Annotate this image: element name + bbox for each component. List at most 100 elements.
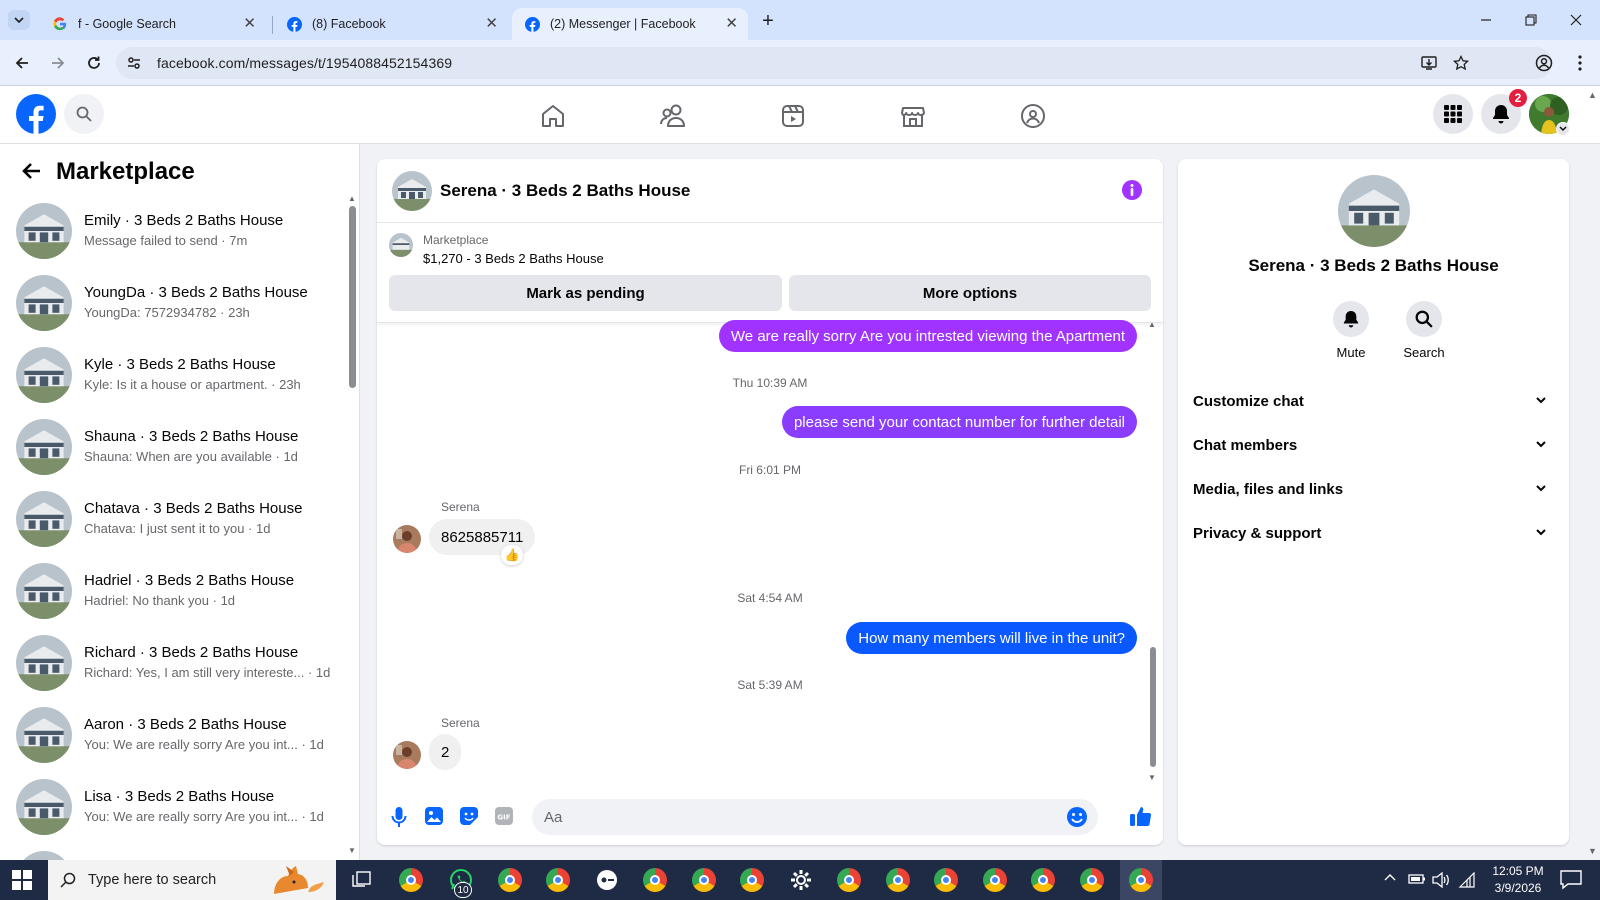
chrome-app-icon[interactable] [834,865,864,895]
conversation-item[interactable]: Kyle · 3 Beds 2 Baths House Kyle: Is it a… [0,339,345,411]
new-tab-button[interactable]: + [756,9,780,33]
message-outgoing[interactable]: please send your contact number for furt… [781,406,1137,438]
emoji-button[interactable] [1066,806,1088,828]
voice-clip-button[interactable] [389,806,411,828]
back-button[interactable] [10,51,34,75]
conversation-info-button[interactable] [1121,179,1143,201]
task-view-button[interactable] [346,865,376,895]
battery-icon[interactable] [1408,872,1426,886]
nav-groups[interactable] [1013,96,1053,136]
mute-button[interactable] [1333,301,1369,337]
chrome-app-icon[interactable] [1028,865,1058,895]
back-button[interactable] [20,160,44,184]
sender-avatar[interactable] [393,525,421,553]
more-options-button[interactable]: More options [789,275,1151,311]
site-info-icon[interactable] [124,53,144,73]
nav-video[interactable] [773,96,813,136]
media-app-icon[interactable] [592,865,622,895]
search-facebook-button[interactable] [64,94,104,134]
reload-button[interactable] [82,51,106,75]
install-app-icon[interactable] [1418,53,1440,73]
chrome-app-icon[interactable] [737,865,767,895]
facebook-logo[interactable] [16,94,56,134]
conversation-item[interactable]: Lisa · 3 Beds 2 Baths House You: We are r… [0,771,345,843]
bookmark-star-icon[interactable] [1450,53,1472,73]
show-hidden-icons[interactable] [1384,872,1398,886]
conversation-item[interactable]: YoungDa · 3 Beds 2 Baths House YoungDa: 7… [0,267,345,339]
url-text[interactable]: facebook.com/messages/t/1954088452154369 [157,55,452,71]
conversation-item[interactable]: Richard · 3 Beds 2 Baths House Richard: Y… [0,627,345,699]
mark-as-pending-button[interactable]: Mark as pending [389,275,782,311]
sender-avatar[interactable] [393,741,421,769]
send-like-button[interactable] [1129,804,1153,828]
chrome-app-icon[interactable] [1120,860,1162,900]
thread-scroll-up[interactable]: ▲ [1148,320,1156,329]
chrome-app-icon[interactable] [1077,865,1107,895]
chat-title[interactable]: Serena · 3 Beds 2 Baths House [440,181,690,201]
close-icon[interactable]: ✕ [243,16,256,32]
restore-button[interactable] [1517,8,1545,32]
chrome-app-icon[interactable] [543,865,573,895]
attach-photo-button[interactable] [424,806,446,828]
chrome-app-icon[interactable] [883,865,913,895]
tab-search-button[interactable] [8,10,30,30]
section-customize-chat[interactable]: Customize chat [1193,383,1555,419]
reaction-thumbs-up[interactable]: 👍 [501,545,523,565]
section-media-files-links[interactable]: Media, files and links [1193,471,1555,507]
page-scrollbar-down[interactable]: ▼ [1588,846,1597,856]
tab-google-search[interactable]: f - Google Search ✕ [40,8,266,40]
section-privacy-support[interactable]: Privacy & support [1193,515,1555,551]
browser-menu-button[interactable] [1568,51,1592,75]
message-outgoing[interactable]: How many members will live in the unit? [846,622,1137,654]
conversation-item[interactable]: Emily · 3 Beds 2 Baths House Message fail… [0,195,345,267]
thread-scroll-down[interactable]: ▼ [1148,773,1156,782]
account-chevron-icon[interactable] [1556,122,1570,136]
conversation-item[interactable]: Hadriel · 3 Beds 2 Baths House Hadriel: N… [0,555,345,627]
start-button[interactable] [12,870,34,892]
info-avatar[interactable] [1338,175,1410,247]
clock[interactable]: 12:05 PM 3/9/2026 [1480,863,1556,897]
forward-button[interactable] [46,51,70,75]
page-scrollbar-up[interactable]: ▲ [1588,90,1597,100]
gif-button[interactable]: GIF [494,806,516,828]
chrome-app-icon[interactable] [396,865,426,895]
nav-friends[interactable] [653,96,693,136]
address-bar[interactable]: facebook.com/messages/t/1954088452154369 [116,47,1552,79]
settings-app-icon[interactable] [786,865,816,895]
sticker-button[interactable] [459,806,481,828]
chrome-app-icon[interactable] [495,865,525,895]
close-icon[interactable]: ✕ [485,16,498,32]
message-outgoing[interactable]: We are really sorry Are you intrested vi… [718,320,1137,352]
search-in-conversation-button[interactable] [1406,301,1442,337]
menu-button[interactable] [1433,94,1473,134]
message-input[interactable]: Aa [532,799,1098,835]
nav-marketplace[interactable] [893,96,933,136]
list-scroll-down[interactable]: ▼ [348,846,356,855]
taskbar-search-box[interactable]: Type here to search [48,860,336,900]
close-window-button[interactable] [1562,8,1590,32]
chrome-app-icon[interactable] [640,865,670,895]
conversation-item[interactable]: Shauna · 3 Beds 2 Baths House Shauna: Whe… [0,411,345,483]
conversation-item[interactable]: Tahm · 3 Beds 2 Baths House [0,843,345,860]
close-icon[interactable]: ✕ [725,16,738,32]
volume-icon[interactable] [1432,872,1450,888]
chrome-app-icon[interactable] [689,865,719,895]
chrome-app-icon[interactable] [980,865,1010,895]
wifi-icon[interactable] [1458,872,1476,888]
tab-messenger[interactable]: (2) Messenger | Facebook ✕ [512,8,748,40]
chrome-app-icon[interactable] [931,865,961,895]
tab-facebook[interactable]: (8) Facebook ✕ [274,8,508,40]
thread-scrollbar-thumb[interactable] [1150,647,1156,767]
listing-price-title[interactable]: $1,270 - 3 Beds 2 Baths House [423,251,604,266]
chat-avatar[interactable] [392,171,432,211]
section-chat-members[interactable]: Chat members [1193,427,1555,463]
profile-button[interactable] [1532,51,1556,75]
conversation-item[interactable]: Chatava · 3 Beds 2 Baths House Chatava: I… [0,483,345,555]
notification-center-button[interactable] [1560,870,1582,890]
nav-home[interactable] [533,96,573,136]
minimize-button[interactable] [1472,8,1500,32]
list-scroll-up[interactable]: ▲ [348,194,356,203]
listing-thumbnail[interactable] [389,233,413,257]
message-incoming[interactable]: 2 [429,734,462,770]
list-scrollbar-thumb[interactable] [349,206,356,388]
